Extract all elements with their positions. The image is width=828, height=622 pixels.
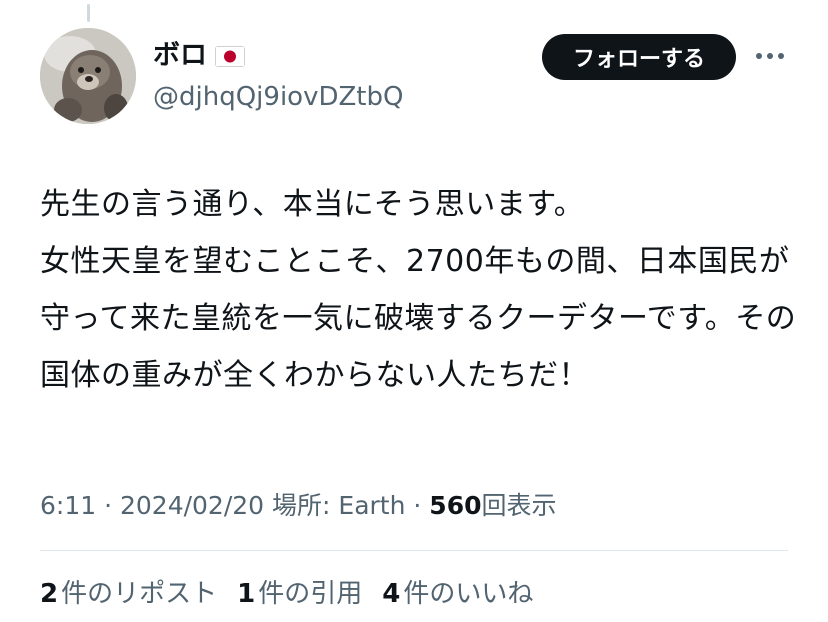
views-count: 560 [429,491,482,520]
engagement-stats: 2 件のリポスト 1 件の引用 4 件のいいね [40,576,553,612]
quotes-count: 1 [237,579,256,609]
likes-label: 件のいいね [403,579,534,609]
more-horizontal-icon [756,53,784,59]
likes-count: 4 [382,579,401,609]
meta-separator: · [405,491,430,520]
reposts-stat[interactable]: 2 件のリポスト [40,576,217,612]
avatar-image [40,28,136,124]
post-time[interactable]: 6:11 [40,491,96,520]
post-text: 先生の言う通り、本当にそう思います。 女性天皇を望むことこそ、2700年もの間、… [40,187,797,393]
avatar[interactable] [40,28,136,124]
divider [40,550,788,551]
meta-separator: · [96,491,120,520]
follow-button[interactable]: フォローする [542,34,736,80]
author-handle[interactable]: @djhqQj9iovDZtbQ [153,80,403,114]
post-meta: 6:11 · 2024/02/20 場所: Earth · 560回表示 [40,488,557,524]
post-date[interactable]: 2024/02/20 [120,491,264,520]
quotes-stat[interactable]: 1 件の引用 [237,576,362,612]
location-label: 場所: [264,491,339,520]
more-options-button[interactable] [752,44,788,68]
japan-flag-icon [215,45,245,67]
likes-stat[interactable]: 4 件のいいね [382,576,533,612]
author-name-row: ボロ [153,38,245,74]
reposts-count: 2 [40,579,59,609]
quotes-label: 件の引用 [258,579,363,609]
thread-connector-line [87,4,90,22]
author-display-name[interactable]: ボロ [153,38,207,74]
reposts-label: 件のリポスト [61,579,218,609]
post-location: Earth [338,491,406,520]
views-label: 回表示 [481,491,557,520]
